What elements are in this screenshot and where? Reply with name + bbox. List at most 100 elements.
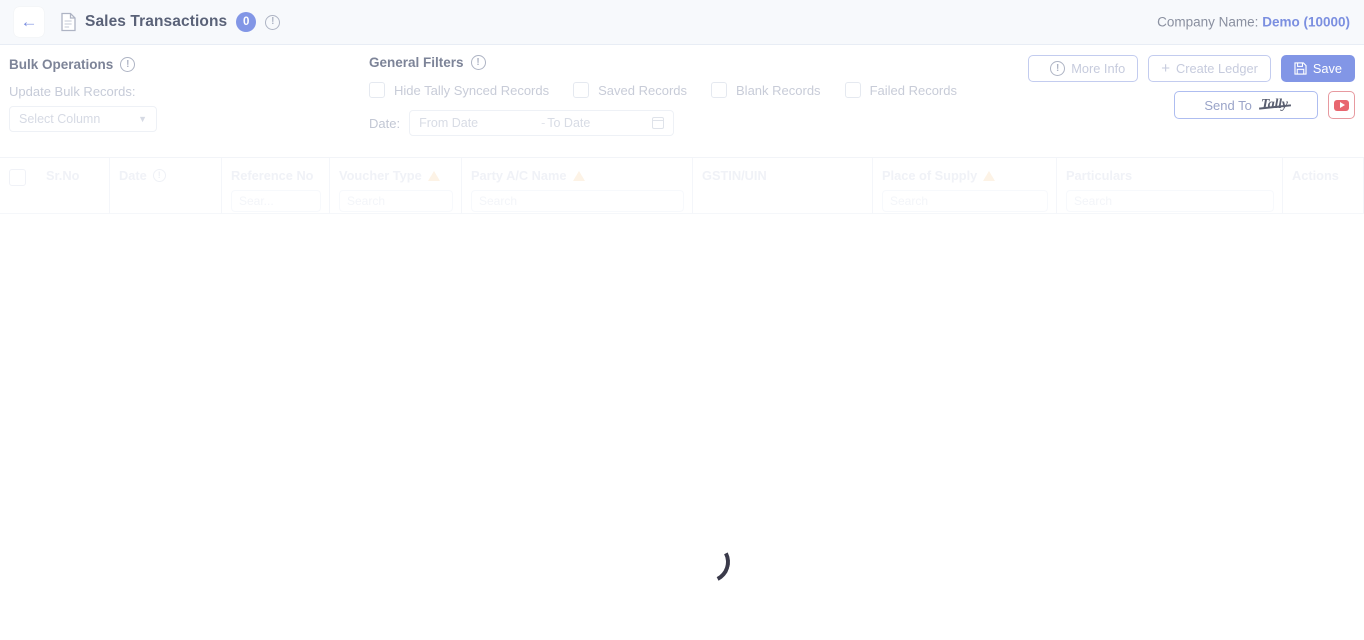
save-disk-icon: [1294, 62, 1307, 75]
column-header-title: Sr.No: [46, 168, 101, 183]
select-column-value: Select Column: [19, 112, 101, 126]
column-header-title: Date!: [119, 168, 213, 183]
general-filters-section: General Filters ! Hide Tally Synced Reco…: [369, 55, 981, 136]
back-button[interactable]: ←: [14, 7, 44, 37]
transactions-table: Sr.No Date! Reference No Sear... Voucher Typ…: [0, 157, 1364, 215]
table-column-header: Actions: [1283, 158, 1364, 215]
column-search-input[interactable]: Search: [1066, 190, 1274, 212]
checkbox-hide-tally-synced-records[interactable]: Hide Tally Synced Records: [369, 82, 549, 98]
column-search-input[interactable]: Search: [471, 190, 684, 212]
page-title: Sales Transactions: [85, 13, 228, 30]
more-info-label: More Info: [1071, 61, 1126, 76]
company-name-label: Company Name:: [1157, 14, 1259, 30]
checkbox-label: Blank Records: [736, 82, 821, 98]
plus-icon: +: [1161, 60, 1171, 77]
youtube-help-button[interactable]: [1328, 91, 1355, 119]
save-button[interactable]: Save: [1280, 55, 1355, 82]
column-header-title: Actions: [1292, 168, 1355, 183]
date-range-input[interactable]: From Date - To Date: [409, 110, 675, 136]
from-date-input[interactable]: From Date: [419, 116, 539, 130]
column-label: Place of Supply: [882, 168, 978, 183]
filter-checkbox-row: Hide Tally Synced Records Saved Records …: [369, 82, 981, 98]
youtube-icon: [1334, 99, 1349, 111]
send-to-tally-button[interactable]: Send To Tally: [1174, 91, 1318, 119]
table-column-header: Date!: [110, 158, 222, 215]
general-filters-heading: General Filters !: [369, 55, 981, 70]
warning-triangle-icon: [983, 170, 996, 181]
column-label: Particulars: [1066, 168, 1133, 183]
column-label: Actions: [1292, 168, 1339, 183]
date-range-separator: -: [541, 116, 546, 130]
column-label: Sr.No: [46, 168, 80, 183]
table-column-header: Voucher Type Search: [330, 158, 462, 215]
chevron-down-icon: ▼: [138, 114, 147, 124]
update-bulk-records-label: Update Bulk Records:: [9, 84, 136, 99]
create-ledger-button[interactable]: + Create Ledger: [1148, 55, 1271, 82]
send-to-label: Send To: [1204, 97, 1252, 113]
to-date-input[interactable]: To Date: [547, 116, 590, 130]
checkbox-box[interactable]: [711, 82, 728, 98]
column-search-input[interactable]: Sear...: [231, 190, 321, 212]
save-label: Save: [1312, 61, 1342, 76]
bulk-operations-title: Bulk Operations: [9, 57, 114, 72]
arrow-left-icon: ←: [20, 12, 38, 31]
column-header-title: Place of Supply: [882, 168, 1048, 183]
column-label: Party A/C Name: [471, 168, 567, 183]
bulk-operations-heading: Bulk Operations !: [9, 57, 157, 72]
action-buttons-row-2: Send To Tally: [1028, 91, 1355, 119]
company-name-display: Company Name: Demo (10000): [1157, 15, 1350, 30]
general-filters-info-icon[interactable]: !: [470, 55, 486, 70]
column-search-input[interactable]: Search: [339, 190, 453, 212]
column-header-title: GSTIN/UIN: [702, 168, 864, 183]
column-header-title: Particulars: [1066, 168, 1274, 183]
table-body-area: We do not find the ledgers for your comp…: [0, 214, 1364, 640]
title-info-icon[interactable]: !: [265, 14, 281, 30]
bulk-operations-info-icon[interactable]: !: [120, 57, 136, 72]
bulk-operations-section: Bulk Operations ! Update Bulk Records: S…: [9, 57, 157, 132]
checkbox-saved-records[interactable]: Saved Records: [573, 82, 687, 98]
filters-panel: Bulk Operations ! Update Bulk Records: S…: [0, 45, 1364, 201]
general-filters-title: General Filters: [369, 55, 464, 70]
table-column-header: Party A/C Name Search: [462, 158, 693, 215]
table-column-header: Particulars Search: [1057, 158, 1283, 215]
table-column-header: Sr.No: [37, 158, 110, 215]
select-column-dropdown[interactable]: Select Column ▼: [9, 106, 157, 132]
table-column-header: Reference No Sear...: [222, 158, 330, 215]
column-label: GSTIN/UIN: [702, 168, 767, 183]
column-search-input[interactable]: Search: [882, 190, 1048, 212]
column-header-title: Party A/C Name: [471, 168, 684, 183]
checkbox-box[interactable]: [844, 82, 861, 98]
column-header-title: Voucher Type: [339, 168, 453, 183]
select-all-checkbox[interactable]: [9, 169, 26, 186]
checkbox-blank-records[interactable]: Blank Records: [711, 82, 821, 98]
action-buttons-row-1: ! More Info + Create Ledger Save: [1028, 55, 1355, 82]
create-ledger-label: Create Ledger: [1176, 61, 1258, 76]
top-bar: ← Sales Transactions 0 ! Company Name: D…: [0, 0, 1364, 45]
column-label: Date: [119, 168, 147, 183]
table-column-header: Place of Supply Search: [873, 158, 1057, 215]
table-column-header: GSTIN/UIN: [693, 158, 873, 215]
date-filter-row: Date: From Date - To Date: [369, 110, 981, 136]
checkbox-failed-records[interactable]: Failed Records: [844, 82, 957, 98]
checkbox-box[interactable]: [573, 82, 590, 98]
column-label: Voucher Type: [339, 168, 422, 183]
warning-triangle-icon: [427, 170, 440, 181]
table-header-row: Sr.No Date! Reference No Sear... Voucher Typ…: [0, 157, 1364, 215]
checkbox-box[interactable]: [369, 82, 385, 98]
loading-spinner: [682, 535, 736, 589]
checkbox-label: Hide Tally Synced Records: [394, 82, 550, 98]
warning-triangle-icon: [572, 170, 585, 181]
column-label: Reference No: [231, 168, 314, 183]
calendar-icon[interactable]: [652, 117, 665, 129]
company-name-value: Demo (10000): [1262, 14, 1350, 30]
record-count-badge: 0: [236, 12, 257, 32]
tally-logo: Tally: [1260, 97, 1288, 112]
column-info-icon[interactable]: !: [152, 169, 166, 182]
column-header-title: Reference No: [231, 168, 321, 183]
more-info-icon: !: [1050, 61, 1066, 76]
date-filter-label: Date:: [369, 115, 401, 131]
checkbox-label: Failed Records: [869, 82, 957, 98]
more-info-button[interactable]: ! More Info: [1028, 55, 1139, 82]
action-buttons-group: ! More Info + Create Ledger Save Send To…: [1028, 55, 1355, 119]
checkbox-label: Saved Records: [598, 82, 688, 98]
